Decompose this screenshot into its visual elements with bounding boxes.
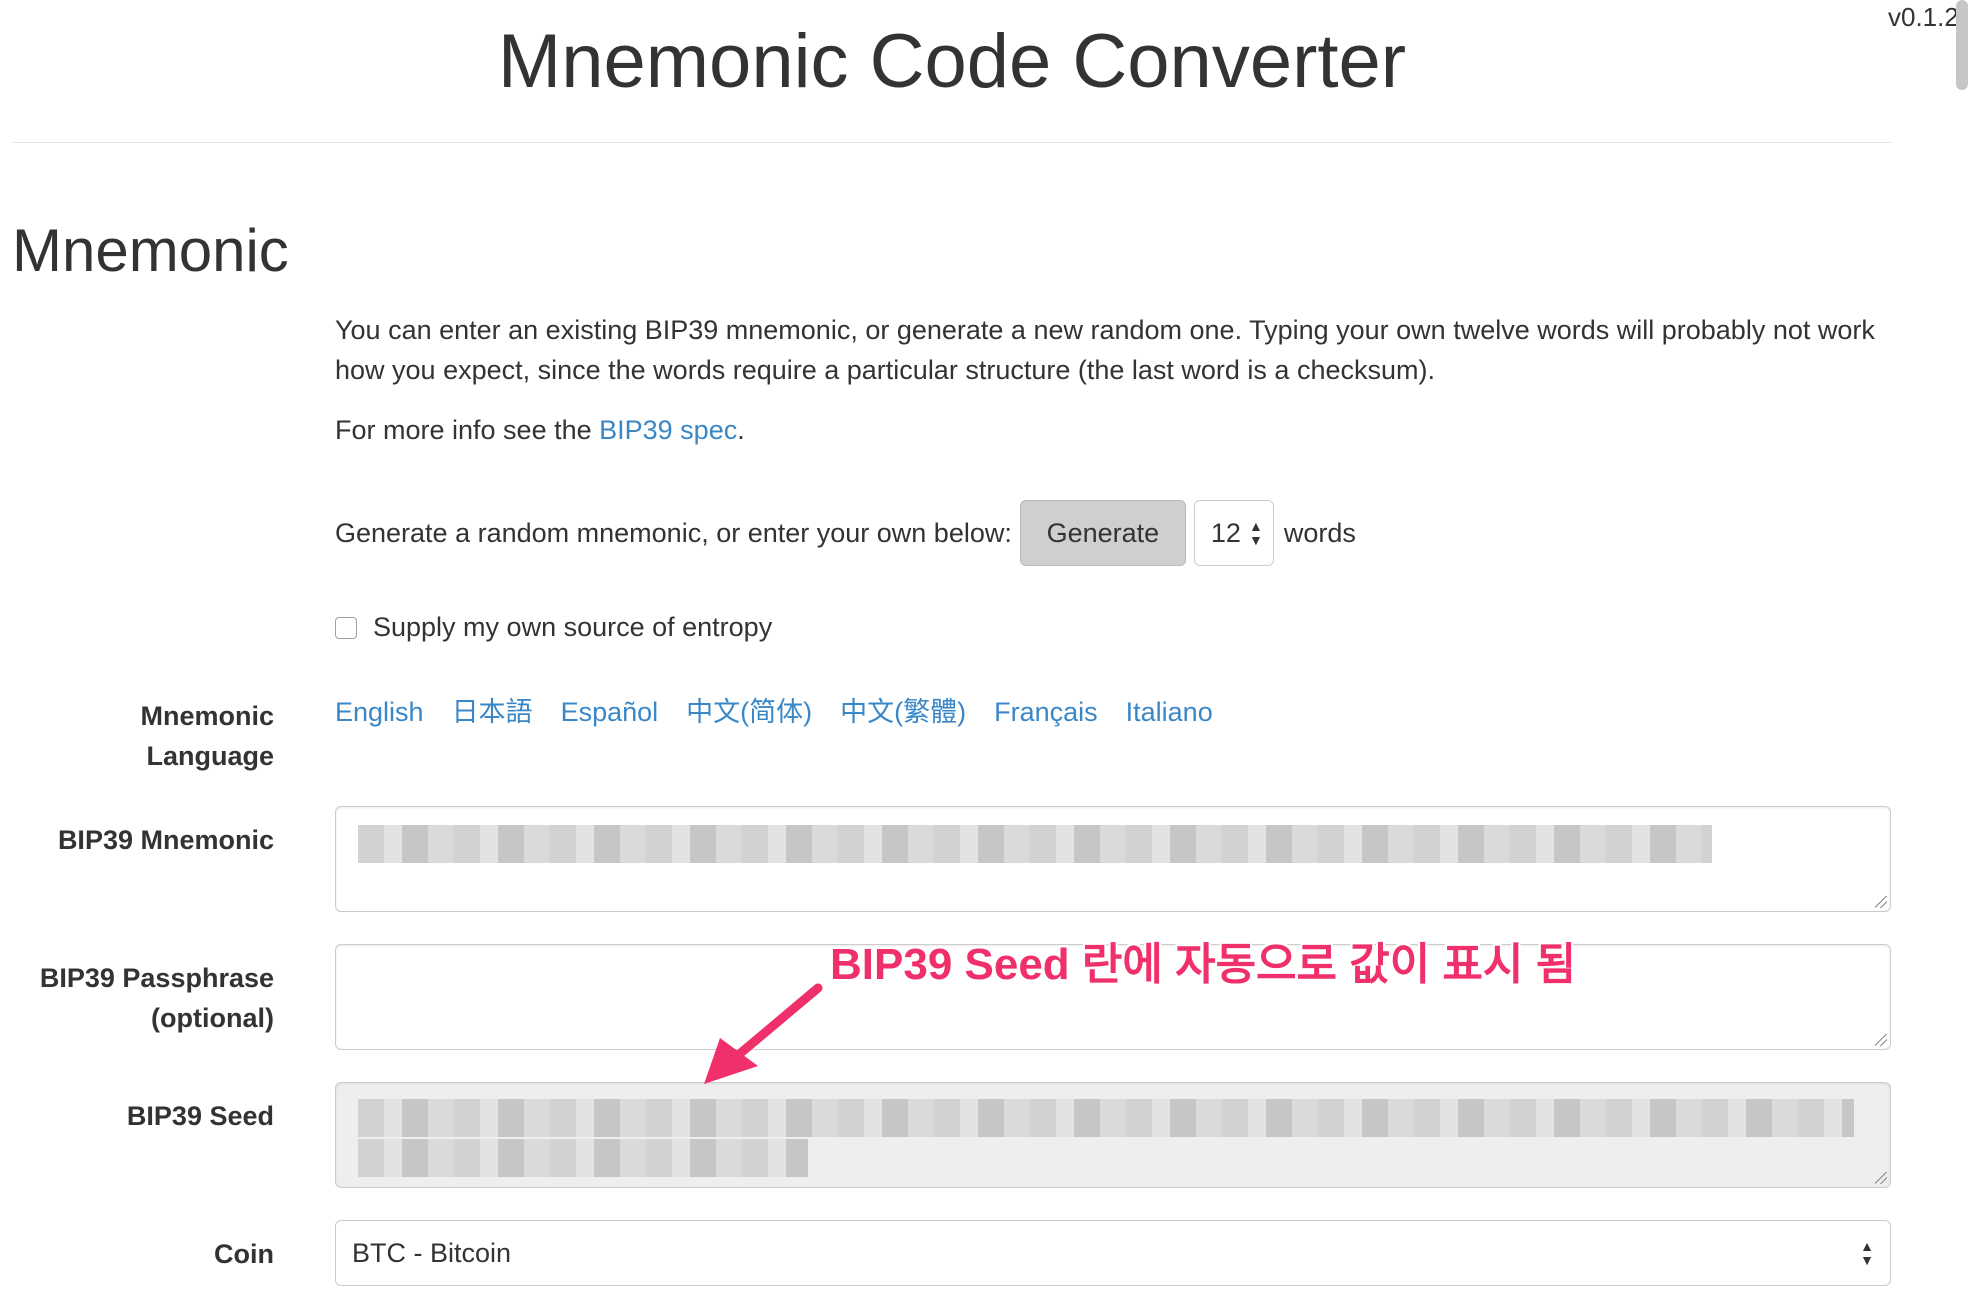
entropy-label[interactable]: Supply my own source of entropy <box>373 612 772 643</box>
language-label-line1: Mnemonic <box>140 701 274 731</box>
language-label-line2: Language <box>146 741 274 771</box>
resize-handle-icon[interactable] <box>1875 1034 1887 1046</box>
word-count-value: 12 <box>1210 517 1241 548</box>
mnemonic-language-label: Mnemonic Language <box>140 696 274 776</box>
words-label: words <box>1283 517 1356 548</box>
annotation-arrow-icon <box>704 983 823 1084</box>
select-arrows-icon: ▲ ▼ <box>1860 1238 1874 1268</box>
language-spanish[interactable]: Español <box>561 692 659 732</box>
seed-label: BIP39 Seed <box>126 1101 274 1131</box>
mnemonic-label: BIP39 Mnemonic <box>57 825 274 855</box>
mnemonic-textarea[interactable] <box>335 806 1891 912</box>
annotation-text: BIP39 Seed 란에 자동으로 값이 표시 됨 <box>830 940 1577 989</box>
redacted-mnemonic <box>358 825 1712 863</box>
more-info-prefix: For more info see the <box>335 415 600 445</box>
passphrase-label-line1: BIP39 Passphrase <box>39 963 274 993</box>
language-chinese-simplified[interactable]: 中文(简体) <box>686 692 812 732</box>
generate-prompt: Generate a random mnemonic, or enter you… <box>335 517 1012 548</box>
language-options: English 日本語 Español 中文(简体) 中文(繁體) França… <box>335 692 1241 732</box>
page-title: Mnemonic Code Converter <box>497 19 1407 104</box>
language-french[interactable]: Français <box>994 692 1098 732</box>
language-italian[interactable]: Italiano <box>1126 692 1213 732</box>
bip39-spec-link[interactable]: BIP39 spec <box>599 415 737 445</box>
scrollbar[interactable] <box>1956 0 1968 90</box>
language-japanese[interactable]: 日本語 <box>452 692 533 732</box>
coin-label: Coin <box>214 1239 274 1269</box>
redacted-seed-line2 <box>358 1139 808 1177</box>
entropy-option: Supply my own source of entropy <box>335 612 772 643</box>
generate-button[interactable]: Generate <box>1019 500 1186 566</box>
more-info-text: For more info see the BIP39 spec. <box>335 410 1905 450</box>
passphrase-label-line2: (optional) <box>151 1003 274 1033</box>
header-divider <box>12 142 1892 143</box>
more-info-suffix: . <box>737 415 745 445</box>
redacted-seed-line1 <box>358 1099 1854 1137</box>
coin-value: BTC - Bitcoin <box>352 1237 512 1268</box>
entropy-checkbox[interactable] <box>335 616 357 639</box>
language-chinese-traditional[interactable]: 中文(繁體) <box>840 692 966 732</box>
resize-handle-icon[interactable] <box>1875 896 1887 908</box>
seed-textarea[interactable] <box>335 1082 1891 1188</box>
language-english[interactable]: English <box>335 692 424 732</box>
select-arrows-icon: ▲ ▼ <box>1249 518 1263 548</box>
passphrase-label: BIP39 Passphrase (optional) <box>40 958 274 1038</box>
word-count-select[interactable]: 12 ▲ ▼ <box>1193 500 1274 566</box>
resize-handle-icon[interactable] <box>1875 1172 1887 1184</box>
coin-select[interactable]: BTC - Bitcoin ▲ ▼ <box>335 1220 1891 1286</box>
intro-text: You can enter an existing BIP39 mnemonic… <box>335 315 1875 385</box>
section-title: Mnemonic <box>12 217 289 284</box>
generate-row: Generate a random mnemonic, or enter you… <box>335 500 1356 566</box>
